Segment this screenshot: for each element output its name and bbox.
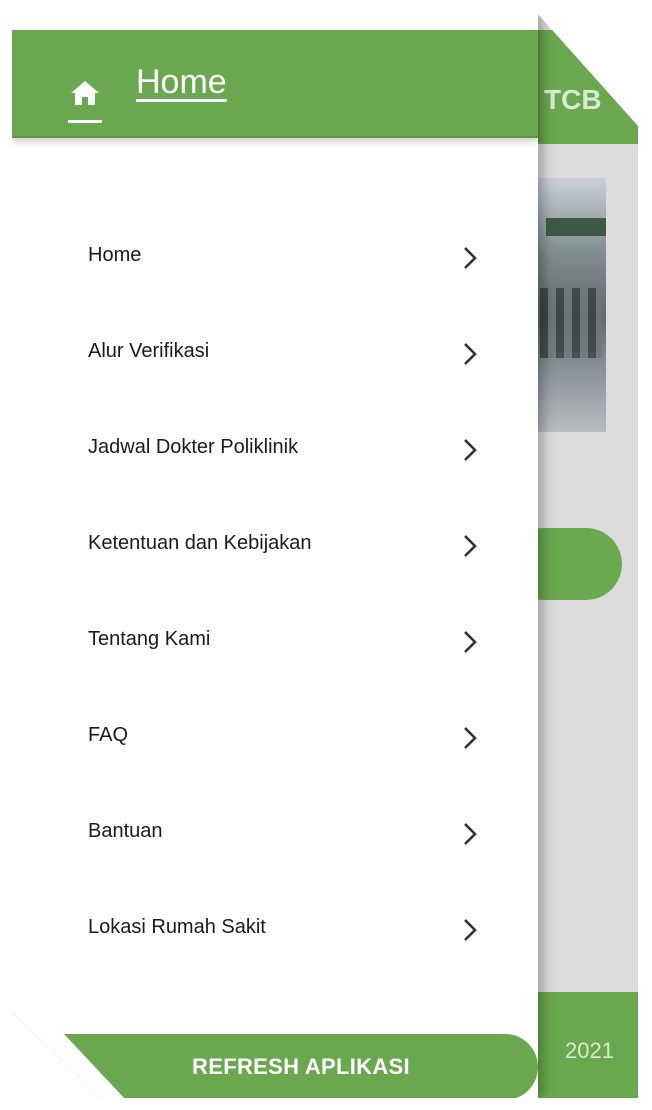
chevron-right-icon bbox=[464, 823, 477, 845]
menu-item-bantuan[interactable]: Bantuan bbox=[12, 804, 538, 864]
footer-year: 2021 bbox=[565, 1038, 614, 1063]
drawer-title[interactable]: Home bbox=[136, 63, 227, 102]
home-icon bbox=[71, 81, 99, 105]
screenshot-frame: TCB 2021 Home Home Alur Verifikasi Jadwa… bbox=[8, 8, 642, 1102]
menu-item-home[interactable]: Home bbox=[12, 228, 538, 288]
chevron-right-icon bbox=[464, 631, 477, 653]
menu-item-ketentuan-kebijakan[interactable]: Ketentuan dan Kebijakan bbox=[12, 516, 538, 576]
menu-item-label: Jadwal Dokter Poliklinik bbox=[88, 436, 299, 458]
menu-item-faq[interactable]: FAQ bbox=[12, 708, 538, 768]
app-viewport: TCB 2021 Home Home Alur Verifikasi Jadwa… bbox=[12, 12, 638, 1098]
chevron-right-icon bbox=[464, 247, 477, 269]
menu-item-label: FAQ bbox=[88, 724, 129, 746]
home-icon-underline bbox=[68, 120, 102, 123]
hospital-photo bbox=[536, 178, 606, 432]
chevron-right-icon bbox=[464, 535, 477, 557]
chevron-right-icon bbox=[464, 919, 477, 941]
menu-item-label: Tentang Kami bbox=[88, 628, 211, 650]
chevron-right-icon bbox=[464, 727, 477, 749]
menu-item-lokasi-rumah-sakit[interactable]: Lokasi Rumah Sakit bbox=[12, 900, 538, 960]
refresh-app-button[interactable]: REFRESH APLIKASI bbox=[64, 1034, 538, 1098]
drawer-header[interactable]: Home bbox=[12, 30, 538, 138]
menu-item-label: Home bbox=[88, 244, 142, 266]
menu-item-label: Lokasi Rumah Sakit bbox=[88, 916, 266, 938]
navigation-drawer: Home Home Alur Verifikasi Jadwal Dokter … bbox=[12, 12, 538, 1098]
background-header-text: TCB bbox=[544, 84, 602, 115]
chevron-right-icon bbox=[464, 343, 477, 365]
chevron-right-icon bbox=[464, 439, 477, 461]
menu-item-alur-verifikasi[interactable]: Alur Verifikasi bbox=[12, 324, 538, 384]
menu-item-jadwal-dokter[interactable]: Jadwal Dokter Poliklinik bbox=[12, 420, 538, 480]
menu-item-tentang-kami[interactable]: Tentang Kami bbox=[12, 612, 538, 672]
refresh-app-label: REFRESH APLIKASI bbox=[192, 1054, 410, 1079]
menu-item-label: Alur Verifikasi bbox=[88, 340, 210, 362]
menu-item-label: Ketentuan dan Kebijakan bbox=[88, 532, 312, 554]
menu-item-label: Bantuan bbox=[88, 820, 163, 842]
